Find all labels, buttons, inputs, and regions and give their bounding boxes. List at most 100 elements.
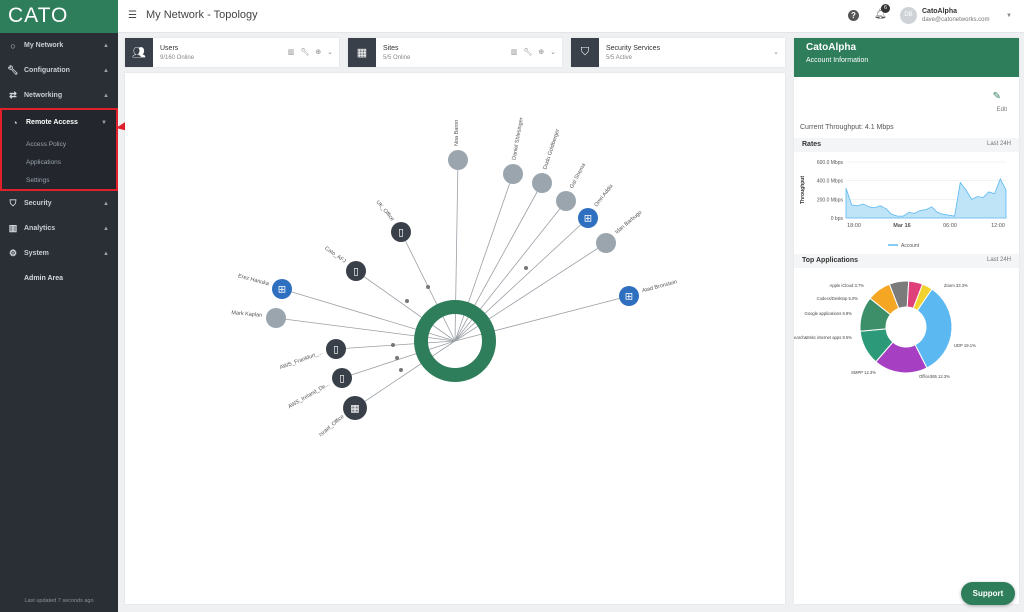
apple-node[interactable]: Mark Kaplan: [231, 308, 286, 328]
slice-label: Search&Misc internet apps 8.5%: [794, 335, 852, 340]
topology-link: [454, 200, 567, 342]
apple-node[interactable]: Dudu Goldberger: [532, 128, 561, 193]
bar-chart-icon[interactable]: ▥: [288, 48, 295, 56]
site-node[interactable]: ▯UK_Office: [374, 200, 411, 242]
sidebar-subitem-applications[interactable]: Applications: [2, 153, 116, 171]
topology-link: [335, 340, 456, 350]
wrench-icon[interactable]: 🔧︎: [523, 48, 532, 56]
top-apps-title: Top Applications: [802, 257, 858, 264]
chevron-down-icon[interactable]: ⌄: [550, 48, 556, 56]
help-icon[interactable]: ?: [848, 10, 859, 21]
apple-node[interactable]: Noa Baron: [448, 120, 468, 170]
sidebar-item-security[interactable]: ⛉ Security ▲: [0, 191, 118, 216]
topology-node-label: Noa Baron: [454, 120, 460, 146]
topology-node-label: Israel_Office: [318, 414, 345, 438]
sidebar-item-analytics[interactable]: ▥ Analytics ▲: [0, 216, 118, 241]
rates-chart[interactable]: 600.0 Mbps 400.0 Mbps 200.0 Mbps 0 bps Throu…: [794, 154, 1019, 254]
site-node[interactable]: ▯ Cato_AFJ: [323, 246, 366, 281]
topology-node-label: Atad Bronstein: [641, 279, 677, 294]
rates-header: Rates Last 24H: [794, 138, 1019, 152]
site-icon: ▯: [398, 228, 404, 239]
top-header: ☰ My Network - Topology ? 🔔︎ 6 DB CatoAl…: [118, 0, 1024, 33]
security-services-card[interactable]: ⛉ Security Services 5/5 Active ⌄: [571, 38, 785, 67]
sites-card[interactable]: ▦ Sites 5/5 Online ▥ 🔧︎ ⊕ ⌄: [348, 38, 562, 67]
y-tick-label: 200.0 Mbps: [817, 197, 844, 203]
shield-check-icon: ⛉: [571, 38, 599, 67]
support-button[interactable]: Support: [961, 582, 1015, 605]
sidebar-item-remote-access[interactable]: ◔ Remote Access ▼: [2, 110, 116, 135]
building-icon: ▦: [348, 38, 376, 67]
slice-label: Office365 12.3%: [919, 374, 950, 379]
sidebar-item-label: System: [24, 250, 49, 257]
sidebar-item-networking[interactable]: ⇄ Networking ▲: [0, 83, 118, 108]
topology-node-label: Omri Addix: [593, 183, 614, 208]
bar-chart-icon: ▥: [8, 223, 18, 233]
series-area: [845, 177, 1007, 219]
topology-node-label: Mark Kaplan: [231, 310, 262, 319]
account-panel-subtitle: Account Information: [806, 57, 869, 64]
sidebar-item-label: Configuration: [24, 67, 70, 74]
top-apps-range: Last 24H: [986, 257, 1011, 263]
network-icon: ⇄: [9, 90, 17, 100]
wrench-icon[interactable]: 🔧︎: [300, 48, 309, 56]
building-node[interactable]: ▦ Israel_Office: [318, 396, 367, 438]
windows-icon: ⊞: [278, 285, 286, 296]
avatar[interactable]: DB: [900, 7, 917, 24]
card-title: Security Services: [606, 45, 661, 52]
card-title: Users: [160, 45, 179, 52]
sidebar-item-label: My Network: [24, 42, 64, 49]
windows-icon: ⊞: [625, 292, 633, 303]
legend-label: Account: [901, 243, 920, 249]
chevron-down-icon[interactable]: ▼: [1006, 13, 1012, 19]
chevron-down-icon[interactable]: ⌄: [327, 48, 333, 56]
account-panel: CatoAlpha Account Information ✎ Edit Cur…: [794, 38, 1019, 604]
y-tick-label: 0 bps: [831, 216, 844, 222]
add-icon[interactable]: ⊕: [315, 48, 321, 56]
sidebar-item-my-network[interactable]: ○ My Network ▲: [0, 33, 118, 58]
topology-junction: [426, 285, 430, 289]
site-icon: ▯: [339, 374, 345, 385]
pencil-icon[interactable]: ✎: [993, 91, 1001, 102]
remote-icon: ◔: [12, 117, 18, 128]
topology-node-label: Erez Hanuka: [237, 273, 270, 287]
apple-node[interactable]: Idan Barbugo: [596, 210, 643, 253]
topology-node-label: Idan Barbugo: [614, 210, 643, 236]
account-email: dave@catonetworks.com: [922, 17, 990, 23]
sidebar-item-configuration[interactable]: 🔧︎ Configuration ▲: [0, 58, 118, 83]
notification-badge: 6: [881, 4, 890, 13]
add-icon[interactable]: ⊕: [538, 48, 544, 56]
sidebar-subitem-settings[interactable]: Settings: [2, 171, 116, 189]
bar-chart-icon[interactable]: ▥: [511, 48, 518, 56]
topology-node-label: Dudu Goldberger: [543, 128, 562, 170]
sidebar-item-admin-area[interactable]: Admin Area: [0, 266, 118, 291]
sidebar-subitem-access-policy[interactable]: Access Policy: [2, 135, 116, 153]
circle-icon: ○: [10, 40, 16, 51]
sidebar-item-label: Networking: [24, 92, 63, 99]
cato-logo[interactable]: CATO: [0, 0, 118, 33]
site-node[interactable]: ▯ AWS_Frankfurt_...: [279, 339, 346, 371]
account-name[interactable]: CatoAlpha: [922, 8, 957, 15]
chevron-down-icon[interactable]: ⌄: [773, 48, 779, 56]
apple-node[interactable]: Gal Shema: [556, 162, 588, 211]
windows-node[interactable]: ⊞ Erez Hanuka: [237, 273, 292, 299]
windows-node[interactable]: ⊞Omri Addix: [578, 183, 615, 228]
apple-node[interactable]: Daniel Shlesinger: [503, 117, 525, 184]
site-node[interactable]: ▯ AWS_Ireland_De...: [287, 368, 352, 410]
topology-graph[interactable]: Noa Baron Daniel Shlesinger Dudu Goldberge…: [125, 73, 785, 604]
sidebar-item-label: Analytics: [24, 225, 56, 232]
gear-icon: ⚙: [8, 248, 18, 258]
edit-label[interactable]: Edit: [997, 107, 1007, 113]
y-tick-label: 600.0 Mbps: [817, 160, 844, 166]
site-icon: ▯: [333, 345, 339, 356]
sidebar: CATO ○ My Network ▲ 🔧︎ Configuration ▲ ⇄…: [0, 0, 118, 612]
sidebar-item-system[interactable]: ⚙ System ▲: [0, 241, 118, 266]
slice-label: Zoom 33.3%: [944, 283, 968, 288]
hamburger-menu-icon[interactable]: ☰: [128, 10, 137, 21]
users-card[interactable]: 👥︎ Users 9/160 Online ▥ 🔧︎ ⊕ ⌄: [125, 38, 339, 67]
card-subtitle: 5/5 Active: [606, 55, 633, 61]
windows-node[interactable]: ⊞ Atad Bronstein: [619, 279, 678, 306]
topology-node-label: Daniel Shlesinger: [511, 117, 524, 161]
top-apps-header: Top Applications Last 24H: [794, 254, 1019, 268]
chevron-up-icon: ▲: [103, 42, 109, 49]
top-applications-chart[interactable]: Zoom 33.3% UDP 19.1% Office365 12.3% SMPP 1…: [794, 270, 1019, 390]
